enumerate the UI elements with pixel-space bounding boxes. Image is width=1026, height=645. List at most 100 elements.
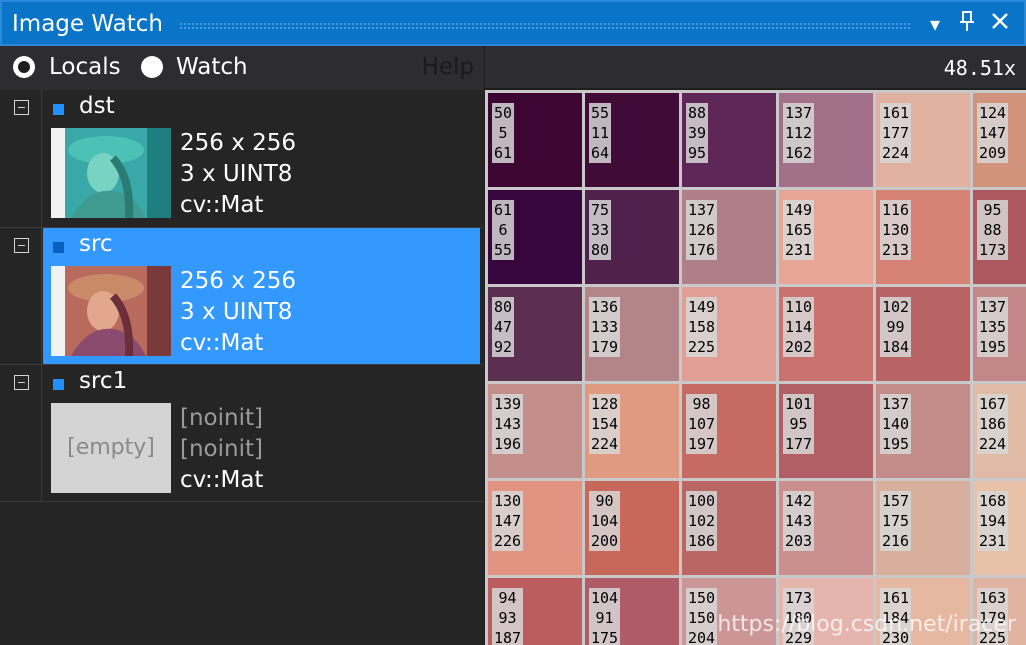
variable-size: 256 x 256	[180, 130, 297, 156]
pixel-cell[interactable]: 124 147 209	[973, 93, 1026, 187]
pixel-cell[interactable]: 116 130 213	[876, 190, 970, 284]
pixel-channel-value: 114	[785, 318, 813, 336]
pixel-cell[interactable]: 88 39 95	[682, 93, 776, 187]
pixel-channel-value: 139	[494, 395, 522, 413]
pixel-channel-value: 162	[785, 144, 813, 162]
pixel-channel-value: 203	[785, 532, 813, 550]
pixel-channel-value: 95	[789, 415, 808, 433]
pixel-cell[interactable]: 130 147 226	[488, 481, 582, 575]
watch-radio[interactable]	[141, 56, 163, 78]
pixel-cell[interactable]: 168 194 231	[973, 481, 1026, 575]
pixel-cell[interactable]: 80 47 92	[488, 287, 582, 381]
watch-label[interactable]: Watch	[176, 54, 248, 80]
pixel-cell[interactable]: 161 177 224	[876, 93, 970, 187]
locals-radio[interactable]	[13, 56, 35, 78]
item-gutter	[0, 90, 42, 227]
pixel-channel-value: 173	[979, 241, 1007, 259]
variable-content[interactable]: src1 [empty] [noinit] [noinit] cv::Mat	[43, 365, 480, 501]
pixel-cell[interactable]: 94 93 187	[488, 578, 582, 645]
variable-marker-icon	[53, 379, 64, 390]
pixel-channel-value: 147	[494, 512, 522, 530]
variable-content[interactable]: src 256 x 256 3 x UINT8 cv::Mat	[43, 228, 480, 364]
pixel-cell[interactable]: 55 11 64	[585, 93, 679, 187]
pixel-channel-value: 55	[591, 104, 610, 122]
pixel-cell[interactable]: 90 104 200	[585, 481, 679, 575]
pixel-channel-value: 175	[591, 629, 619, 645]
variable-item-src[interactable]: src 256 x 256 3 x UINT8 cv::Mat	[0, 228, 484, 365]
pixel-value: 136 133 179	[589, 297, 621, 357]
pixel-channel-value: 231	[785, 241, 813, 259]
help-link[interactable]: Help	[422, 54, 474, 80]
pixel-value: 139 143 196	[492, 394, 524, 454]
pixel-channel-value: 90	[595, 492, 614, 510]
drag-grip[interactable]	[179, 22, 911, 30]
variable-thumbnail[interactable]	[51, 128, 171, 219]
pixel-channel-value: 133	[591, 318, 619, 336]
pixel-cell[interactable]: 101 95 177	[779, 384, 873, 478]
dropdown-arrow-icon[interactable]: ▾	[922, 10, 948, 38]
pixel-channel-value: 225	[688, 338, 716, 356]
pixel-cell[interactable]: 50 5 61	[488, 93, 582, 187]
pixel-cell[interactable]: 139 143 196	[488, 384, 582, 478]
empty-thumbnail[interactable]: [empty]	[51, 403, 171, 493]
pixel-cell[interactable]: 110 114 202	[779, 287, 873, 381]
pixel-channel-value: 197	[688, 435, 716, 453]
pixel-cell[interactable]: 137 126 176	[682, 190, 776, 284]
pixel-channel-value: 231	[979, 532, 1007, 550]
pixel-cell[interactable]: 102 99 184	[876, 287, 970, 381]
collapse-icon[interactable]	[14, 238, 29, 253]
collapse-icon[interactable]	[14, 375, 29, 390]
pixel-value: 104 91 175	[589, 588, 621, 645]
variable-item-dst[interactable]: dst 256 x 256 3 x UINT8 cv::Mat	[0, 90, 484, 228]
pixel-channel-value: 61	[494, 144, 513, 162]
variable-marker-icon	[53, 242, 64, 253]
pixel-value: 61 6 55	[492, 200, 515, 260]
pixel-channel-value: 64	[591, 144, 610, 162]
pixel-value: 157 175 216	[880, 491, 912, 551]
pixel-channel-value: 149	[688, 298, 716, 316]
pixel-value: 137 140 195	[880, 394, 912, 454]
locals-label[interactable]: Locals	[49, 54, 121, 80]
pixel-channel-value: 186	[688, 532, 716, 550]
pixel-cell[interactable]: 137 140 195	[876, 384, 970, 478]
pixel-cell[interactable]: 100 102 186	[682, 481, 776, 575]
pixel-channel-value: 101	[785, 395, 813, 413]
pin-icon[interactable]	[954, 10, 980, 38]
pixel-cell[interactable]: 142 143 203	[779, 481, 873, 575]
pixel-channel-value: 173	[785, 589, 813, 607]
pixel-value: 90 104 200	[589, 491, 621, 551]
pixel-channel-value: 224	[591, 435, 619, 453]
pixel-value: 161 177 224	[880, 103, 912, 163]
pixel-cell[interactable]: 136 133 179	[585, 287, 679, 381]
pixel-cell[interactable]: 157 175 216	[876, 481, 970, 575]
pixel-cell[interactable]: 61 6 55	[488, 190, 582, 284]
title-bar: Image Watch ▾	[0, 0, 1026, 46]
pixel-channel-value: 224	[979, 435, 1007, 453]
pixel-value: 128 154 224	[589, 394, 621, 454]
pixel-cell[interactable]: 167 186 224	[973, 384, 1026, 478]
pixel-cell[interactable]: 128 154 224	[585, 384, 679, 478]
pixel-cell[interactable]: 149 165 231	[779, 190, 873, 284]
variable-thumbnail[interactable]	[51, 266, 171, 357]
pixel-channel-value: 224	[882, 144, 910, 162]
variable-content[interactable]: dst 256 x 256 3 x UINT8 cv::Mat	[43, 90, 480, 227]
pixel-channel-value: 216	[882, 532, 910, 550]
image-viewer[interactable]: 48.51x 50 5 61 55 11 64 88 39 95 137 112 162 161 177 2…	[485, 46, 1026, 645]
pixel-cell[interactable]: 75 33 80	[585, 190, 679, 284]
pixel-cell[interactable]: 149 158 225	[682, 287, 776, 381]
close-icon[interactable]	[987, 10, 1013, 38]
collapse-icon[interactable]	[14, 100, 29, 115]
pixel-cell[interactable]: 137 112 162	[779, 93, 873, 187]
pixel-channel-value: 202	[785, 338, 813, 356]
pixel-cell[interactable]: 98 107 197	[682, 384, 776, 478]
pixel-channel-value: 33	[591, 221, 610, 239]
variable-item-src1[interactable]: src1 [empty] [noinit] [noinit] cv::Mat	[0, 365, 484, 502]
pixel-cell[interactable]: 104 91 175	[585, 578, 679, 645]
pixel-channel-value: 94	[498, 589, 517, 607]
pixel-grid[interactable]: 50 5 61 55 11 64 88 39 95 137 112 162 161 177 224 124 14…	[485, 90, 1026, 645]
pixel-channel-value: 135	[979, 318, 1007, 336]
pixel-channel-value: 116	[882, 201, 910, 219]
pixel-cell[interactable]: 95 88 173	[973, 190, 1026, 284]
pixel-value: 168 194 231	[977, 491, 1009, 551]
pixel-cell[interactable]: 137 135 195	[973, 287, 1026, 381]
